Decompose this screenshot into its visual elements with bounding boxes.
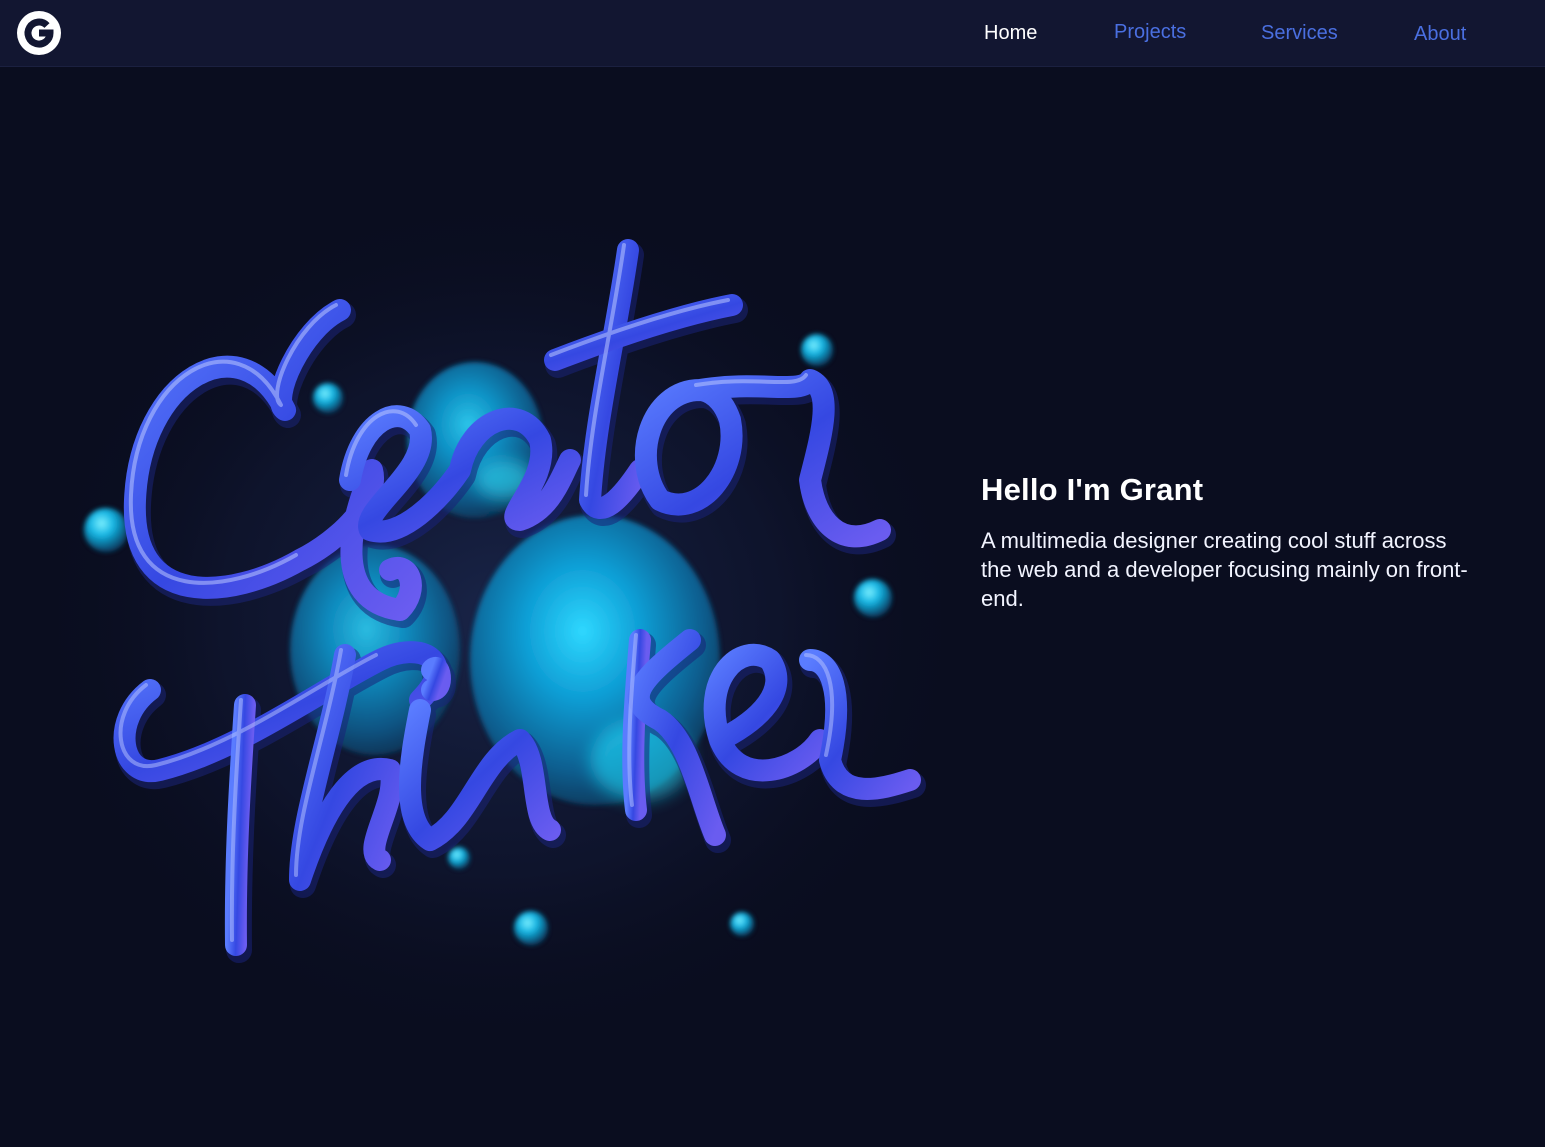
nav-about-link[interactable]: About [1414, 1, 1466, 67]
nav-services-link[interactable]: Services [1261, 0, 1338, 66]
intro-title: Hello I'm Grant [981, 472, 1204, 507]
page: Home Projects Services About Hello I'm G… [0, 0, 1545, 1147]
intro-description: A multimedia designer creating cool stuf… [981, 528, 1468, 611]
top-nav-bar: Home Projects Services About [0, 0, 1545, 67]
nav-projects-link[interactable]: Projects [1114, 0, 1186, 65]
hero-artwork [0, 66, 970, 1066]
nav-home-link[interactable]: Home [984, 0, 1037, 66]
intro-section: Hello I'm Grant A multimedia designer cr… [981, 470, 1481, 613]
g-logo-icon[interactable] [16, 10, 62, 56]
